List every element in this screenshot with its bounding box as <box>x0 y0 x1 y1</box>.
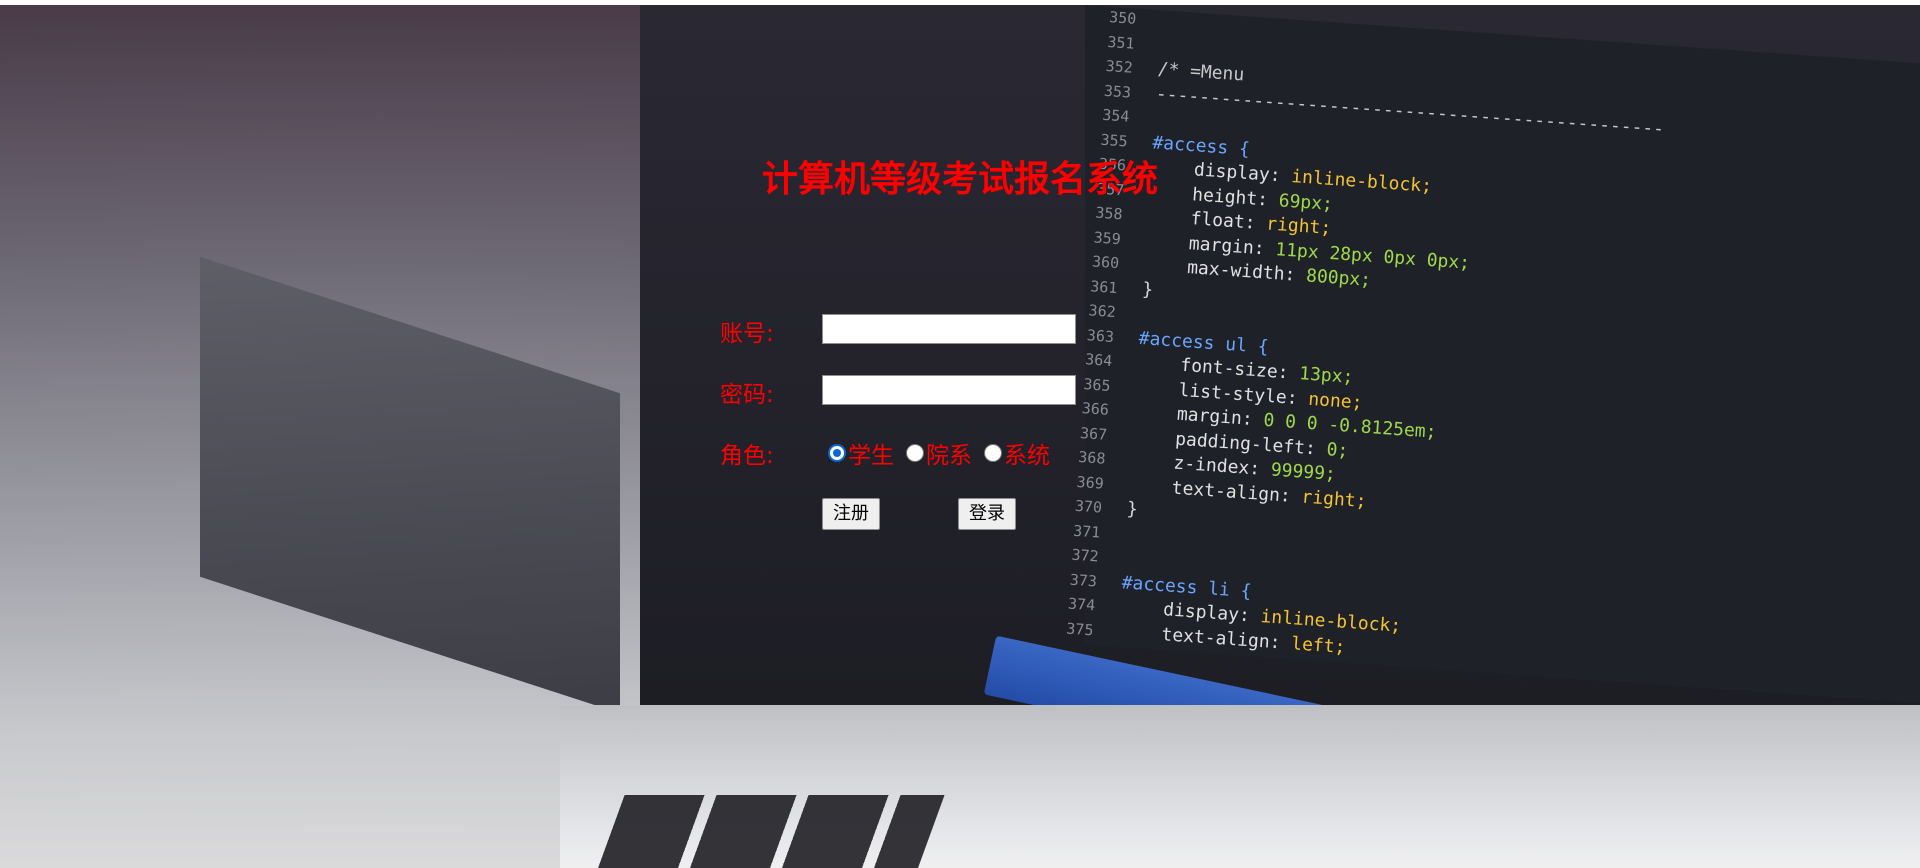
role-radio-system[interactable] <box>984 444 1002 462</box>
code-line-number: 373 <box>1069 570 1098 590</box>
code-line-number: 364 <box>1084 350 1113 371</box>
login-button[interactable]: 登录 <box>958 498 1016 530</box>
code-line-number: 358 <box>1094 203 1124 224</box>
code-line-number: 374 <box>1067 594 1096 615</box>
code-line-number: 366 <box>1081 399 1110 419</box>
password-input[interactable] <box>822 375 1076 405</box>
background-laptop-keys <box>595 795 945 868</box>
code-line-text: } <box>1141 278 1154 301</box>
code-line-number: 351 <box>1106 32 1136 53</box>
code-line-text: } <box>1126 498 1139 521</box>
code-line-number: 362 <box>1088 301 1117 322</box>
code-line-number: 365 <box>1082 374 1112 395</box>
role-label-system: 系统 <box>1004 443 1050 469</box>
role-label-student: 学生 <box>848 443 894 469</box>
code-line-number: 369 <box>1076 472 1105 493</box>
role-option-department[interactable]: 院系 <box>906 436 972 470</box>
code-line-number: 354 <box>1101 105 1130 126</box>
code-line-number: 370 <box>1074 496 1103 517</box>
role-option-system[interactable]: 系统 <box>984 436 1050 470</box>
role-radio-group: 学生 院系 系统 <box>828 436 1062 470</box>
code-line-number: 353 <box>1103 81 1132 102</box>
code-line-text: /* =Menu <box>1156 58 1245 86</box>
code-line-number: 363 <box>1086 325 1115 346</box>
account-label: 账号: <box>720 321 774 347</box>
password-label: 密码: <box>720 382 774 408</box>
code-line-number: 359 <box>1093 227 1122 248</box>
code-line-number: 375 <box>1065 619 1095 639</box>
background-code-text: 350 351 352/* =Menu 353 --------------------… <box>1066 5 1908 696</box>
account-input[interactable] <box>822 314 1076 344</box>
code-line-number: 368 <box>1077 447 1107 468</box>
code-line-number: 352 <box>1105 56 1134 77</box>
role-radio-department[interactable] <box>906 444 924 462</box>
code-line-number: 361 <box>1089 276 1119 297</box>
role-label: 角色: <box>720 443 774 469</box>
page-title: 计算机等级考试报名系统 <box>762 159 1159 200</box>
code-line-number: 360 <box>1091 252 1120 273</box>
code-line-number: 372 <box>1070 545 1100 566</box>
code-line-number: 371 <box>1072 521 1101 542</box>
role-radio-student[interactable] <box>828 444 846 462</box>
code-line-number: 350 <box>1108 7 1137 28</box>
role-label-department: 院系 <box>926 443 972 469</box>
code-line-number: 367 <box>1079 423 1108 444</box>
register-button[interactable]: 注册 <box>822 498 880 530</box>
role-option-student[interactable]: 学生 <box>828 436 894 470</box>
